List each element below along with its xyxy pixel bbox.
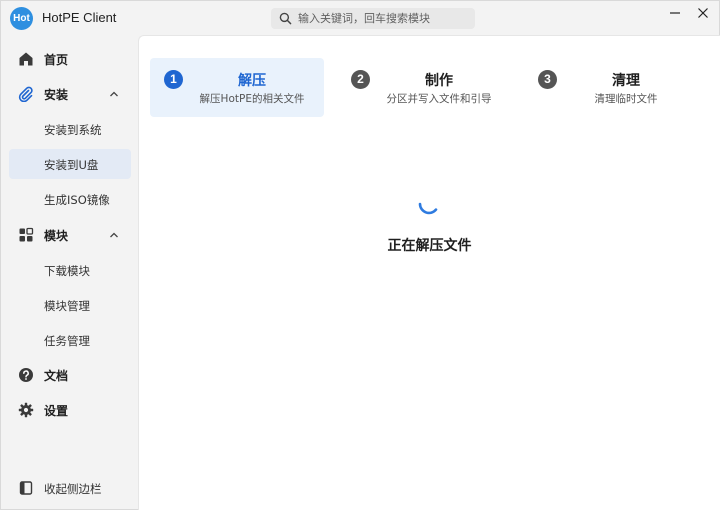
sidebar-subitem-label: 模块管理 [44,299,90,313]
app-window: Hot HotPE Client 首页 [0,0,720,510]
title-bar: Hot HotPE Client [1,1,719,35]
search-input[interactable] [298,8,468,29]
step-subtitle: 分区并写入文件和引导 [386,93,492,105]
sidebar-subitem-label: 安装到U盘 [44,158,99,172]
sidebar-item-download-modules[interactable]: 下载模块 [9,255,131,285]
step-number-badge: 1 [164,70,183,89]
sidebar-collapse-label: 收起侧边栏 [44,482,102,496]
sidebar-item-label: 设置 [44,404,69,418]
sidebar-item-task-management[interactable]: 任务管理 [9,325,131,355]
sidebar-item-modules[interactable]: 模块 [9,220,131,250]
chevron-up-icon[interactable] [108,88,120,100]
minimize-icon[interactable] [663,3,687,23]
sidebar: 首页 安装 安装到系统 安装到U盘 生成ISO镜像 模块 下载模块 模块管理 任… [1,35,137,509]
sidebar-item-module-management[interactable]: 模块管理 [9,290,131,320]
step-number-badge: 2 [351,70,370,89]
step-cleanup: 3 清理 清理临时文件 [524,58,698,117]
status-text: 正在解压文件 [387,238,472,254]
sidebar-item-label: 模块 [44,229,69,243]
step-number-badge: 3 [538,70,557,89]
search-icon [279,12,292,25]
search-box[interactable] [271,8,475,29]
sidebar-subitem-label: 下载模块 [44,264,90,278]
step-extract: 1 解压 解压HotPE的相关文件 [150,58,324,117]
step-create: 2 制作 分区并写入文件和引导 [337,58,511,117]
home-icon [19,52,33,66]
loading-spinner-icon [418,202,438,215]
sidebar-item-label: 安装 [44,88,69,102]
gear-icon [18,402,34,418]
sidebar-item-home[interactable]: 首页 [9,44,131,74]
app-logo: Hot [10,7,33,30]
grid-icon [19,227,34,242]
sidebar-subitem-label: 安装到系统 [44,123,102,137]
sidebar-item-docs[interactable]: 文档 [9,360,131,390]
sidebar-item-settings[interactable]: 设置 [9,395,131,425]
close-icon[interactable] [691,3,715,23]
main-panel: 1 解压 解压HotPE的相关文件 2 制作 分区并写入文件和引导 3 清理 清… [138,35,720,510]
app-title: HotPE Client [42,10,117,25]
sidebar-item-label: 首页 [44,53,69,67]
step-title: 解压 [238,73,266,89]
sidebar-collapse-icon [19,481,33,495]
step-title: 制作 [425,73,453,89]
sidebar-subitem-label: 任务管理 [44,334,90,348]
step-title: 清理 [612,73,640,89]
sidebar-item-install[interactable]: 安装 [9,79,131,109]
sidebar-collapse-button[interactable]: 收起侧边栏 [9,473,131,503]
sidebar-item-label: 文档 [44,369,69,383]
help-circle-icon [19,368,33,382]
chevron-up-icon[interactable] [108,229,120,241]
sidebar-item-install-system[interactable]: 安装到系统 [9,114,131,144]
sidebar-item-install-usb[interactable]: 安装到U盘 [9,149,131,179]
sidebar-subitem-label: 生成ISO镜像 [44,193,110,207]
step-subtitle: 清理临时文件 [594,93,658,105]
paperclip-icon [18,86,33,102]
sidebar-item-generate-iso[interactable]: 生成ISO镜像 [9,184,131,214]
step-subtitle: 解压HotPE的相关文件 [199,93,305,105]
